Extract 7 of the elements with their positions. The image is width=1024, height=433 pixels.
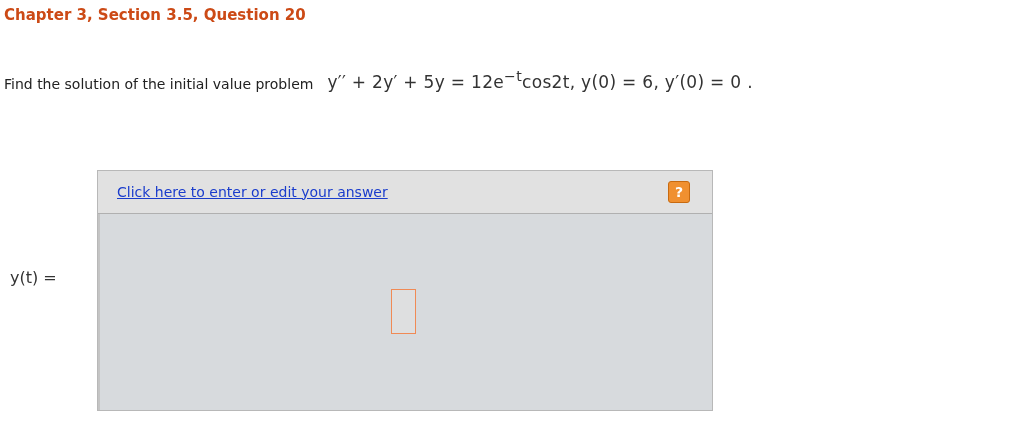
input-cursor[interactable] (390, 288, 416, 334)
question-title: Chapter 3, Section 3.5, Question 20 (4, 6, 307, 24)
answer-box[interactable]: Click here to enter or edit your answer ? (97, 169, 713, 411)
equation: y′′ + 2y′ + 5y = 12e$^{−t}$cos2t, y(0) = 6, y′(0) = 0 . (327, 68, 753, 92)
question-text: Find the solution of the initial value problem (4, 75, 314, 92)
answer-label: y(t) = (10, 267, 58, 287)
edit-answer-link[interactable]: Click here to enter or edit your answer (117, 183, 388, 200)
